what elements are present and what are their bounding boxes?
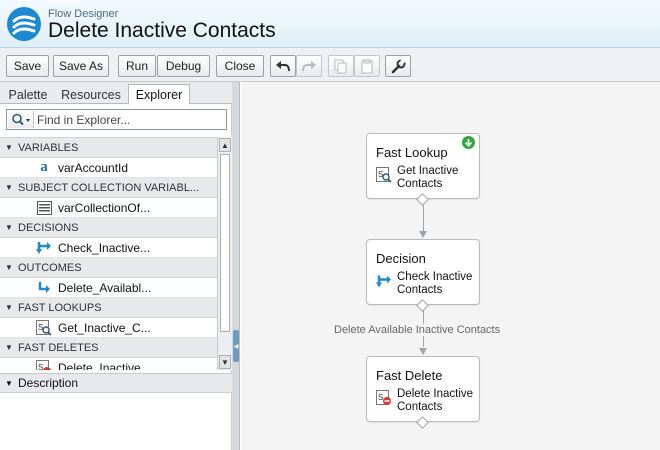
copy-icon bbox=[334, 59, 347, 73]
node-type-label: Fast Lookup bbox=[376, 145, 448, 160]
list-item[interactable]: S Get_Inactive_C... bbox=[0, 318, 217, 338]
collapse-caret-icon: ▼ bbox=[5, 263, 13, 272]
run-button[interactable]: Run bbox=[118, 55, 156, 77]
panel-tabs: Palette Resources Explorer bbox=[0, 82, 232, 105]
scroll-thumb[interactable] bbox=[220, 154, 230, 332]
section-outcomes[interactable]: ▼ OUTCOMES bbox=[0, 258, 217, 278]
connector-arrow-icon bbox=[419, 231, 427, 238]
start-element-icon bbox=[462, 136, 475, 149]
scroll-down-icon[interactable]: ▼ bbox=[219, 355, 231, 369]
flow-canvas[interactable]: Fast Lookup S Get Inactive Contacts Decis… bbox=[241, 82, 660, 450]
fast-delete-icon: S bbox=[376, 390, 391, 405]
tab-resources[interactable]: Resources bbox=[55, 84, 127, 105]
debug-button[interactable]: Debug bbox=[157, 55, 210, 77]
section-fast-lookups[interactable]: ▼ FAST LOOKUPS bbox=[0, 298, 217, 318]
collapse-caret-icon: ▼ bbox=[5, 378, 13, 388]
explorer-search bbox=[6, 109, 227, 130]
page-title: Delete Inactive Contacts bbox=[48, 19, 276, 42]
flow-node-decision[interactable]: Decision Check Inactive Contacts bbox=[366, 239, 480, 305]
list-item[interactable]: Delete_Availabl... bbox=[0, 278, 217, 298]
list-item[interactable]: a varAccountId bbox=[0, 158, 217, 178]
connector-arrow-icon bbox=[419, 348, 427, 355]
collapse-caret-icon: ▼ bbox=[5, 183, 13, 192]
text-variable-icon: a bbox=[40, 159, 48, 175]
flow-node-fast-delete[interactable]: Fast Delete S Delete Inactive Contacts bbox=[366, 356, 480, 422]
node-name: Check Inactive Contacts bbox=[397, 271, 473, 296]
section-sobject-collection-variables[interactable]: ▼ SUBJECT COLLECTION VARIABL... bbox=[0, 178, 217, 198]
tab-explorer[interactable]: Explorer bbox=[128, 84, 190, 105]
undo-button[interactable] bbox=[270, 55, 296, 77]
connector-line[interactable] bbox=[423, 205, 424, 231]
flow-properties-button[interactable] bbox=[385, 55, 411, 77]
tab-palette[interactable]: Palette bbox=[2, 84, 54, 105]
list-item[interactable]: Check_Inactive... bbox=[0, 238, 217, 258]
paste-icon bbox=[361, 59, 373, 73]
toolbar: Save Save As Run Debug Close bbox=[0, 48, 660, 82]
flow-designer-logo-icon bbox=[7, 7, 41, 41]
section-variables[interactable]: ▼ VARIABLES bbox=[0, 138, 217, 158]
panel-splitter[interactable]: ◀ bbox=[232, 82, 240, 450]
flow-node-fast-lookup[interactable]: Fast Lookup S Get Inactive Contacts bbox=[366, 133, 480, 199]
fast-lookup-icon: S bbox=[376, 167, 392, 183]
save-as-button[interactable]: Save As bbox=[53, 55, 109, 77]
save-button[interactable]: Save bbox=[6, 55, 49, 77]
svg-text:S: S bbox=[378, 393, 383, 402]
close-button[interactable]: Close bbox=[216, 55, 264, 77]
search-input[interactable] bbox=[37, 111, 223, 128]
search-options-button[interactable] bbox=[8, 111, 34, 128]
node-type-label: Decision bbox=[376, 251, 426, 266]
description-header[interactable]: ▼ Description bbox=[0, 373, 232, 393]
undo-icon bbox=[276, 61, 290, 72]
app-header: Flow Designer Delete Inactive Contacts bbox=[0, 0, 660, 48]
connector-label[interactable]: Delete Available Inactive Contacts bbox=[334, 324, 501, 336]
paste-button[interactable] bbox=[354, 55, 380, 77]
list-item[interactable]: varCollectionOf... bbox=[0, 198, 217, 218]
redo-icon bbox=[302, 61, 316, 72]
section-fast-deletes[interactable]: ▼ FAST DELETES bbox=[0, 338, 217, 358]
scroll-up-icon[interactable]: ▲ bbox=[219, 138, 231, 152]
wrench-icon bbox=[391, 58, 406, 73]
section-decisions[interactable]: ▼ DECISIONS bbox=[0, 218, 217, 238]
explorer-scrollbar[interactable]: ▲ ▼ bbox=[217, 137, 232, 370]
decision-icon bbox=[34, 240, 54, 256]
collapse-caret-icon: ▼ bbox=[5, 223, 13, 232]
fast-delete-icon: S bbox=[34, 359, 54, 371]
collapse-caret-icon: ▼ bbox=[5, 343, 13, 352]
explorer-tree: ▼ VARIABLES a varAccountId ▼ SUBJECT COLLE… bbox=[0, 137, 217, 370]
outcome-icon bbox=[34, 280, 54, 296]
collapse-caret-icon: ▼ bbox=[5, 303, 13, 312]
collapse-panel-icon[interactable]: ◀ bbox=[233, 330, 239, 362]
collection-icon bbox=[34, 200, 54, 216]
fast-lookup-icon: S bbox=[34, 319, 54, 336]
node-name: Get Inactive Contacts bbox=[397, 165, 459, 190]
collapse-caret-icon: ▼ bbox=[5, 143, 13, 152]
redo-button[interactable] bbox=[296, 55, 322, 77]
left-panel: Palette Resources Explorer ▼VARIABLES a … bbox=[0, 82, 232, 450]
node-name: Delete Inactive Contacts bbox=[397, 388, 474, 413]
node-type-label: Fast Delete bbox=[376, 368, 443, 383]
decision-icon bbox=[376, 275, 391, 288]
search-icon bbox=[11, 113, 30, 126]
list-item[interactable]: S Delete_Inactive... bbox=[0, 358, 217, 370]
svg-text:S: S bbox=[38, 363, 43, 371]
copy-button[interactable] bbox=[328, 55, 354, 77]
